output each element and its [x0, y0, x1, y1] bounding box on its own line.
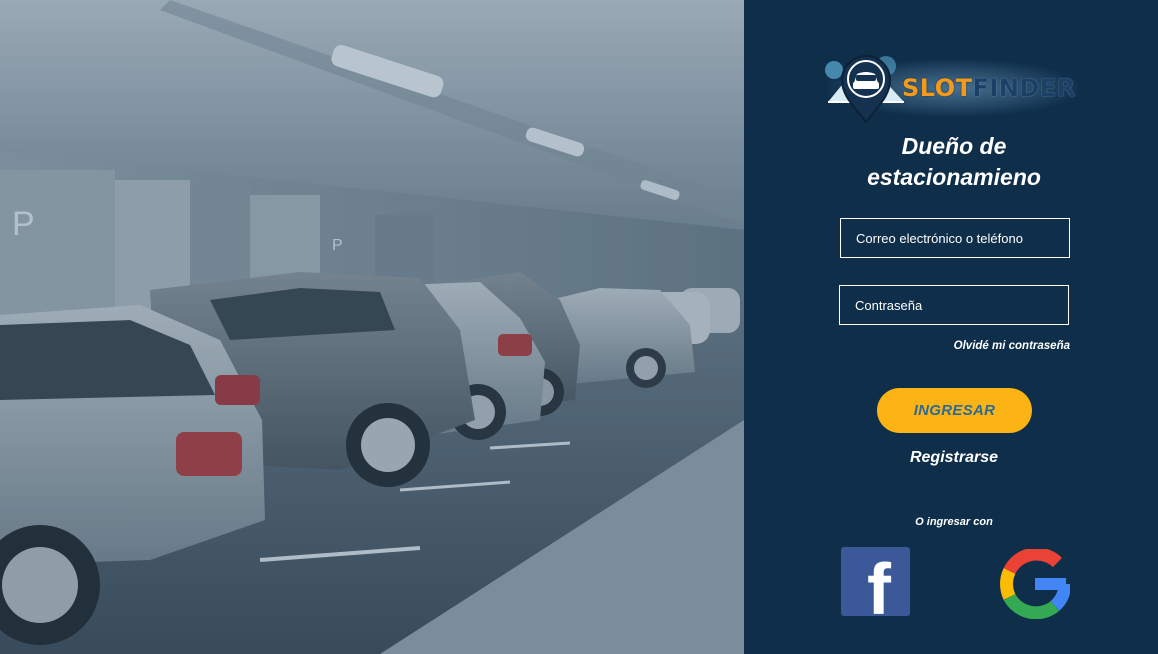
forgot-password-link[interactable]: Olvidé mi contraseña	[914, 340, 1070, 352]
login-panel: SLOTFINDER Dueño de estacionamieno Olvid…	[744, 0, 1158, 654]
page-title-line1: Dueño de	[901, 133, 1007, 159]
google-login-button[interactable]	[1000, 547, 1072, 620]
facebook-login-button[interactable]: f	[841, 547, 910, 616]
page-title-line2: estacionamieno	[867, 164, 1041, 190]
logo-wordmark: SLOTFINDER	[902, 74, 1076, 102]
google-icon	[1000, 547, 1072, 620]
logo-slot-text: SLOT	[902, 74, 973, 102]
parking-garage-photo: P P	[0, 0, 744, 654]
garage-illustration: P P	[0, 0, 744, 654]
slotfinder-logo: SLOTFINDER	[824, 50, 1084, 126]
logo-finder-text: FINDER	[972, 74, 1076, 102]
login-button[interactable]: INGRESAR	[877, 388, 1032, 433]
password-field[interactable]	[839, 285, 1069, 325]
email-field[interactable]	[840, 218, 1070, 258]
facebook-icon: f	[867, 550, 891, 616]
page-title: Dueño de estacionamieno	[744, 131, 1158, 193]
alt-login-label: O ingresar con	[915, 516, 993, 528]
car-pin-icon	[825, 55, 904, 124]
register-link[interactable]: Registrarse	[864, 449, 1044, 467]
